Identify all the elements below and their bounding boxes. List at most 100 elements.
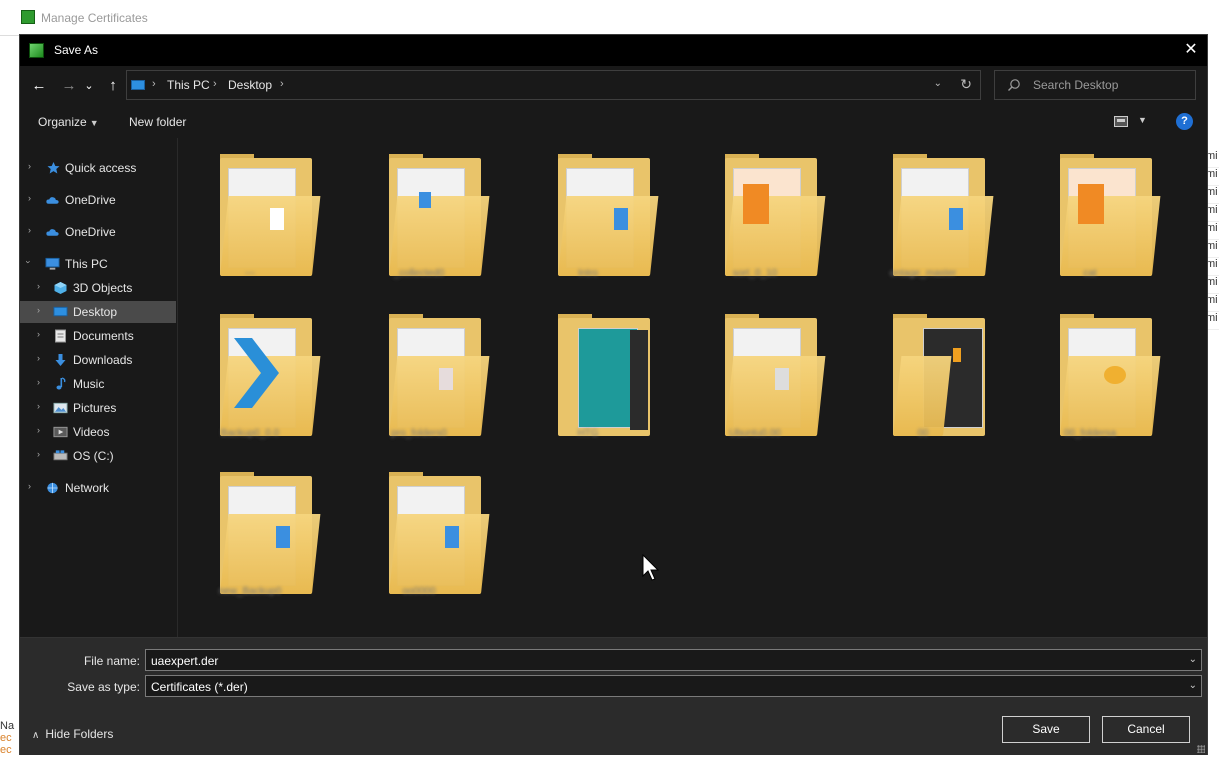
save-as-type-label: Save as type:	[67, 680, 140, 694]
folder-mark	[1104, 366, 1126, 384]
cloud-icon	[46, 229, 59, 236]
folder-front	[389, 196, 490, 276]
sidebar-item-desktop[interactable]: › Desktop	[20, 301, 176, 323]
chevron-right-icon[interactable]: ›	[28, 161, 31, 171]
chevron-right-icon[interactable]: ›	[37, 449, 40, 459]
save-button[interactable]: Save	[1002, 716, 1090, 743]
search-input[interactable]	[1033, 71, 1193, 99]
search-box[interactable]	[994, 70, 1196, 100]
folder-item[interactable]: 00	[853, 298, 993, 448]
sidebar-item-onedrive[interactable]: › OneDrive	[20, 221, 176, 243]
sidebar-item-pictures[interactable]: › Pictures	[20, 397, 176, 419]
folder-mark	[419, 192, 431, 208]
up-button[interactable]: ↑	[102, 75, 124, 97]
sidebar-item-this-pc[interactable]: › This PC	[20, 253, 176, 275]
folder-front	[725, 196, 826, 276]
chevron-down-icon[interactable]: ⌄	[1189, 680, 1197, 691]
sidebar-item-label: Videos	[73, 425, 110, 439]
chevron-right-icon[interactable]: ›	[28, 481, 31, 491]
background-window-title: Manage Certificates	[41, 11, 148, 25]
folder-mark	[1078, 184, 1104, 224]
sidebar-item-documents[interactable]: › Documents	[20, 325, 176, 347]
forward-button[interactable]: →	[58, 75, 80, 97]
chevron-up-icon: ∧	[32, 730, 40, 741]
close-button[interactable]: ✕	[1175, 35, 1207, 66]
chevron-right-icon[interactable]: ›	[37, 305, 40, 315]
computer-icon	[131, 80, 145, 90]
sidebar-item-label: 3D Objects	[73, 281, 133, 295]
folder-item[interactable]: ---	[180, 138, 321, 288]
breadcrumb-separator: ›	[152, 78, 156, 90]
sidebar-item-onedrive[interactable]: › OneDrive	[20, 189, 176, 211]
folder-icon	[220, 472, 321, 594]
folder-icon	[1060, 154, 1161, 276]
folder-paper	[578, 328, 638, 428]
chevron-right-icon[interactable]: ›	[37, 281, 40, 291]
chevron-down-icon[interactable]: ⌄	[934, 78, 942, 89]
chevron-right-icon[interactable]: ›	[28, 193, 31, 203]
background-text: ec	[0, 744, 12, 756]
folder-label: pro_folders0	[391, 428, 447, 439]
resize-grip-icon[interactable]	[1197, 745, 1205, 753]
folder-item[interactable]: new_Backup0	[180, 456, 321, 606]
file-name-input[interactable]	[151, 654, 1171, 668]
folder-item[interactable]: Ubuntu0.00	[685, 298, 826, 448]
change-view-button[interactable]: ▼	[1114, 113, 1150, 131]
folder-item[interactable]: Backup0_0.0	[180, 298, 321, 448]
folder-icon	[1060, 314, 1161, 436]
chevron-right-icon[interactable]: ›	[37, 377, 40, 387]
sidebar-item-videos[interactable]: › Videos	[20, 421, 176, 443]
folder-item[interactable]: Intro	[518, 138, 659, 288]
sidebar-item-quick-access[interactable]: › Quick access	[20, 157, 176, 179]
recent-locations-button[interactable]: ⌄	[82, 75, 96, 97]
chevron-right-icon[interactable]: ›	[37, 425, 40, 435]
organize-label: Organize	[38, 115, 87, 129]
folder-item[interactable]: oo0000	[349, 456, 490, 606]
folder-icon	[389, 154, 490, 276]
folder-item[interactable]: ontage_master	[853, 138, 994, 288]
sidebar-item-music[interactable]: › Music	[20, 373, 176, 395]
chevron-right-icon[interactable]: ›	[28, 225, 31, 235]
sidebar-item-downloads[interactable]: › Downloads	[20, 349, 176, 371]
navigation-pane: › Quick access › OneDrive › OneDrive › T…	[20, 138, 178, 637]
folder-item[interactable]: pro_folders0	[349, 298, 490, 448]
organize-button[interactable]: Organize ▼	[38, 115, 99, 129]
folder-mark	[743, 184, 769, 224]
chevron-right-icon[interactable]: ›	[37, 401, 40, 411]
chevron-right-icon[interactable]: ›	[37, 329, 40, 339]
hide-folders-label: Hide Folders	[45, 727, 114, 741]
save-as-type-select[interactable]: Certificates (*.der) ⌄	[145, 675, 1202, 697]
breadcrumb-desktop[interactable]: Desktop	[228, 78, 272, 92]
folder-icon	[220, 314, 321, 436]
new-folder-button[interactable]: New folder	[129, 115, 186, 129]
sidebar-item-3d-objects[interactable]: › 3D Objects	[20, 277, 176, 299]
sidebar-item-network[interactable]: › Network	[20, 477, 176, 499]
hide-folders-button[interactable]: ∧ Hide Folders	[32, 727, 113, 741]
save-as-dialog: Save As ✕ ← → ⌄ ↑ › This PC › Desktop › …	[19, 34, 1208, 755]
folder-icon	[389, 472, 490, 594]
sidebar-item-os-drive[interactable]: › OS (C:)	[20, 445, 176, 467]
navigation-bar: ← → ⌄ ↑ › This PC › Desktop › ⌄ ↻	[20, 66, 1207, 106]
refresh-button[interactable]: ↻	[960, 76, 972, 93]
breadcrumb-this-pc[interactable]: This PC	[167, 78, 210, 92]
address-bar[interactable]: › This PC › Desktop › ⌄ ↻	[126, 70, 981, 100]
folder-item[interactable]: cat	[1020, 138, 1161, 288]
view-icon	[1114, 116, 1128, 127]
back-button[interactable]: ←	[28, 75, 50, 97]
chevron-down-icon[interactable]: ⌄	[1189, 654, 1197, 665]
folder-item[interactable]: 00_foldersa	[1020, 298, 1161, 448]
cancel-button[interactable]: Cancel	[1102, 716, 1190, 743]
chevron-right-icon[interactable]: ›	[37, 353, 40, 363]
folder-item[interactable]: HTG	[518, 298, 658, 448]
folder-item[interactable]: _collected0	[349, 138, 490, 288]
help-button[interactable]: ?	[1176, 113, 1193, 130]
breadcrumb-separator[interactable]: ›	[280, 78, 284, 90]
folder-item[interactable]: sort_0_10	[685, 138, 826, 288]
file-name-label: File name:	[83, 654, 140, 668]
background-left-text: Na ec ec	[0, 720, 19, 765]
chevron-down-icon[interactable]: ›	[24, 261, 34, 264]
document-icon	[55, 329, 66, 343]
sidebar-item-label: Downloads	[73, 353, 133, 367]
file-name-combobox[interactable]: ⌄	[145, 649, 1202, 671]
dialog-titlebar[interactable]: Save As ✕	[20, 35, 1207, 66]
